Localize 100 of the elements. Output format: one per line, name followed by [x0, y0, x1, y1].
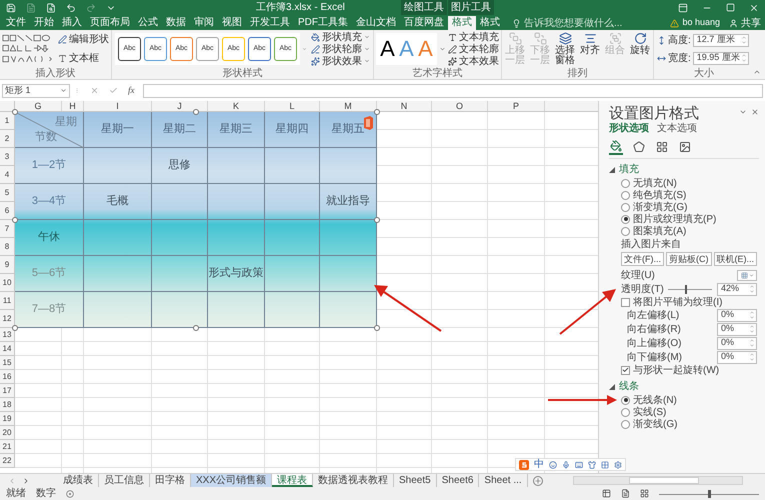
microphone-icon[interactable] [562, 460, 570, 468]
radio-button[interactable] [621, 190, 630, 200]
shirt-icon[interactable] [588, 460, 596, 468]
spinner-icon[interactable] [740, 53, 747, 63]
radio-button[interactable] [621, 214, 630, 224]
grid-tab[interactable] [655, 139, 669, 155]
caret-icon[interactable] [609, 166, 615, 172]
insert-function-button[interactable]: fx [128, 84, 134, 98]
row-header[interactable]: 20 [0, 426, 15, 440]
ribbon-tab[interactable]: 百度网盘 [400, 16, 448, 30]
ribbon-command[interactable]: 文本轮廓 [448, 44, 499, 54]
sheet-tab[interactable]: 课程表 [272, 474, 314, 487]
checkbox[interactable] [621, 298, 630, 306]
normal-view-icon[interactable] [602, 489, 611, 498]
source-button[interactable]: 文件(F)... [621, 252, 664, 266]
formula-field[interactable] [142, 84, 763, 98]
ribbon-tab[interactable]: 审阅 [190, 16, 218, 30]
ribbon-tab[interactable]: 格式 [476, 16, 504, 30]
offset-field[interactable]: 0% [717, 322, 757, 336]
ribbon-tab[interactable]: 数据 [162, 16, 190, 30]
offset-field[interactable]: 0% [717, 308, 757, 322]
ribbon-tab[interactable]: 插入 [58, 16, 86, 30]
ribbon-tab[interactable]: 开始 [30, 16, 58, 30]
ribbon-tab[interactable]: 开发工具 [246, 16, 294, 30]
row-header[interactable]: 9 [0, 256, 15, 274]
macro-record-icon[interactable] [66, 490, 74, 498]
ribbon-tab[interactable]: PDF工具集 [294, 16, 352, 30]
spinner-icon[interactable] [749, 284, 755, 294]
size-field[interactable]: 19.95 厘米 [692, 52, 749, 64]
ribbon-tab[interactable]: 页面布局 [86, 16, 134, 30]
user-name[interactable]: bo huang [682, 16, 720, 30]
caret-icon[interactable] [609, 384, 615, 390]
grid-icon[interactable] [601, 460, 609, 468]
spinner-icon[interactable] [740, 35, 747, 45]
row-header[interactable]: 13 [0, 328, 15, 342]
spinner-icon[interactable] [749, 310, 755, 320]
row-header[interactable]: 22 [0, 454, 15, 468]
spinner-icon[interactable] [749, 324, 755, 334]
tell-me-field[interactable]: 告诉我您想要做什么... [524, 16, 634, 30]
zoom-slider[interactable] [659, 490, 759, 498]
caret-icon[interactable] [60, 87, 67, 94]
input-mode-toggle[interactable]: 中 [534, 459, 544, 470]
row-header[interactable]: 10 [0, 274, 15, 292]
column-header[interactable]: O [432, 101, 488, 111]
share-button[interactable]: 共享 [741, 16, 761, 30]
row-header[interactable]: 21 [0, 440, 15, 454]
arrange-button[interactable]: 旋转 [628, 32, 652, 56]
ribbon-tab[interactable]: 金山文档 [352, 16, 400, 30]
row-header[interactable]: 18 [0, 398, 15, 412]
checkbox[interactable] [621, 366, 630, 374]
page-break-icon[interactable] [640, 489, 649, 498]
name-box[interactable]: 矩形 1 [2, 84, 70, 98]
row-header[interactable]: 4 [0, 166, 15, 184]
zoom-thumb[interactable] [708, 490, 711, 498]
close-icon[interactable] [749, 2, 759, 12]
column-header[interactable]: L [265, 101, 320, 111]
pentagon-tab[interactable] [632, 139, 646, 155]
panel-tab[interactable]: 文本选项 [657, 123, 697, 135]
input-method-logo-icon[interactable] [519, 460, 529, 470]
emoji-icon[interactable] [549, 460, 557, 468]
transparency-field[interactable]: 42% [717, 282, 757, 296]
print-preview-icon[interactable] [46, 2, 56, 12]
column-header[interactable]: I [84, 101, 152, 111]
close-icon[interactable] [751, 108, 759, 116]
source-button[interactable]: 联机(E)... [714, 252, 757, 266]
add-sheet-icon[interactable] [532, 476, 543, 486]
edit-shape-button[interactable]: 编辑形状 [58, 32, 109, 47]
row-header[interactable]: 5 [0, 184, 15, 202]
ribbon-tab[interactable]: 视图 [218, 16, 246, 30]
row-header[interactable]: 3 [0, 148, 15, 166]
ribbon-command[interactable]: 形状轮廓 [311, 44, 370, 54]
arrange-button[interactable]: 对齐 [578, 32, 602, 56]
row-header[interactable]: 19 [0, 412, 15, 426]
collapse-ribbon-icon[interactable] [753, 68, 761, 76]
ribbon-tab[interactable]: 文件 [2, 16, 30, 30]
resize-handle[interactable] [374, 325, 380, 331]
radio-button[interactable] [621, 178, 630, 188]
paint-bucket-tab[interactable] [609, 139, 623, 155]
ribbon-tab[interactable]: 格式 [448, 16, 476, 30]
offset-field[interactable]: 0% [717, 350, 757, 364]
spinner-icon[interactable] [749, 352, 755, 362]
slider-thumb[interactable] [685, 284, 688, 294]
panel-tab[interactable]: 形状选项 [609, 123, 649, 135]
save-icon[interactable] [6, 2, 16, 12]
sheet-tab[interactable]: XXX公司销售额 [191, 474, 272, 487]
source-button[interactable]: 剪贴板(C) [666, 252, 712, 266]
column-header[interactable]: P [488, 101, 545, 111]
horizontal-scrollbar[interactable] [572, 476, 743, 485]
ribbon-command[interactable]: 文本效果 [448, 56, 499, 66]
row-header[interactable]: 16 [0, 370, 15, 384]
ribbon-command[interactable]: 形状填充 [311, 32, 370, 42]
section-header[interactable]: 填充 [619, 162, 639, 177]
arrange-button[interactable]: 选择窗格 [554, 32, 576, 66]
caret-icon[interactable] [739, 108, 747, 116]
ribbon-command[interactable]: 文本填充 [448, 32, 499, 42]
column-header[interactable]: K [208, 101, 265, 111]
row-header[interactable]: 7 [0, 220, 15, 238]
row-header[interactable]: 17 [0, 384, 15, 398]
row-header[interactable]: 8 [0, 238, 15, 256]
ribbon-command[interactable]: 形状效果 [311, 56, 370, 66]
